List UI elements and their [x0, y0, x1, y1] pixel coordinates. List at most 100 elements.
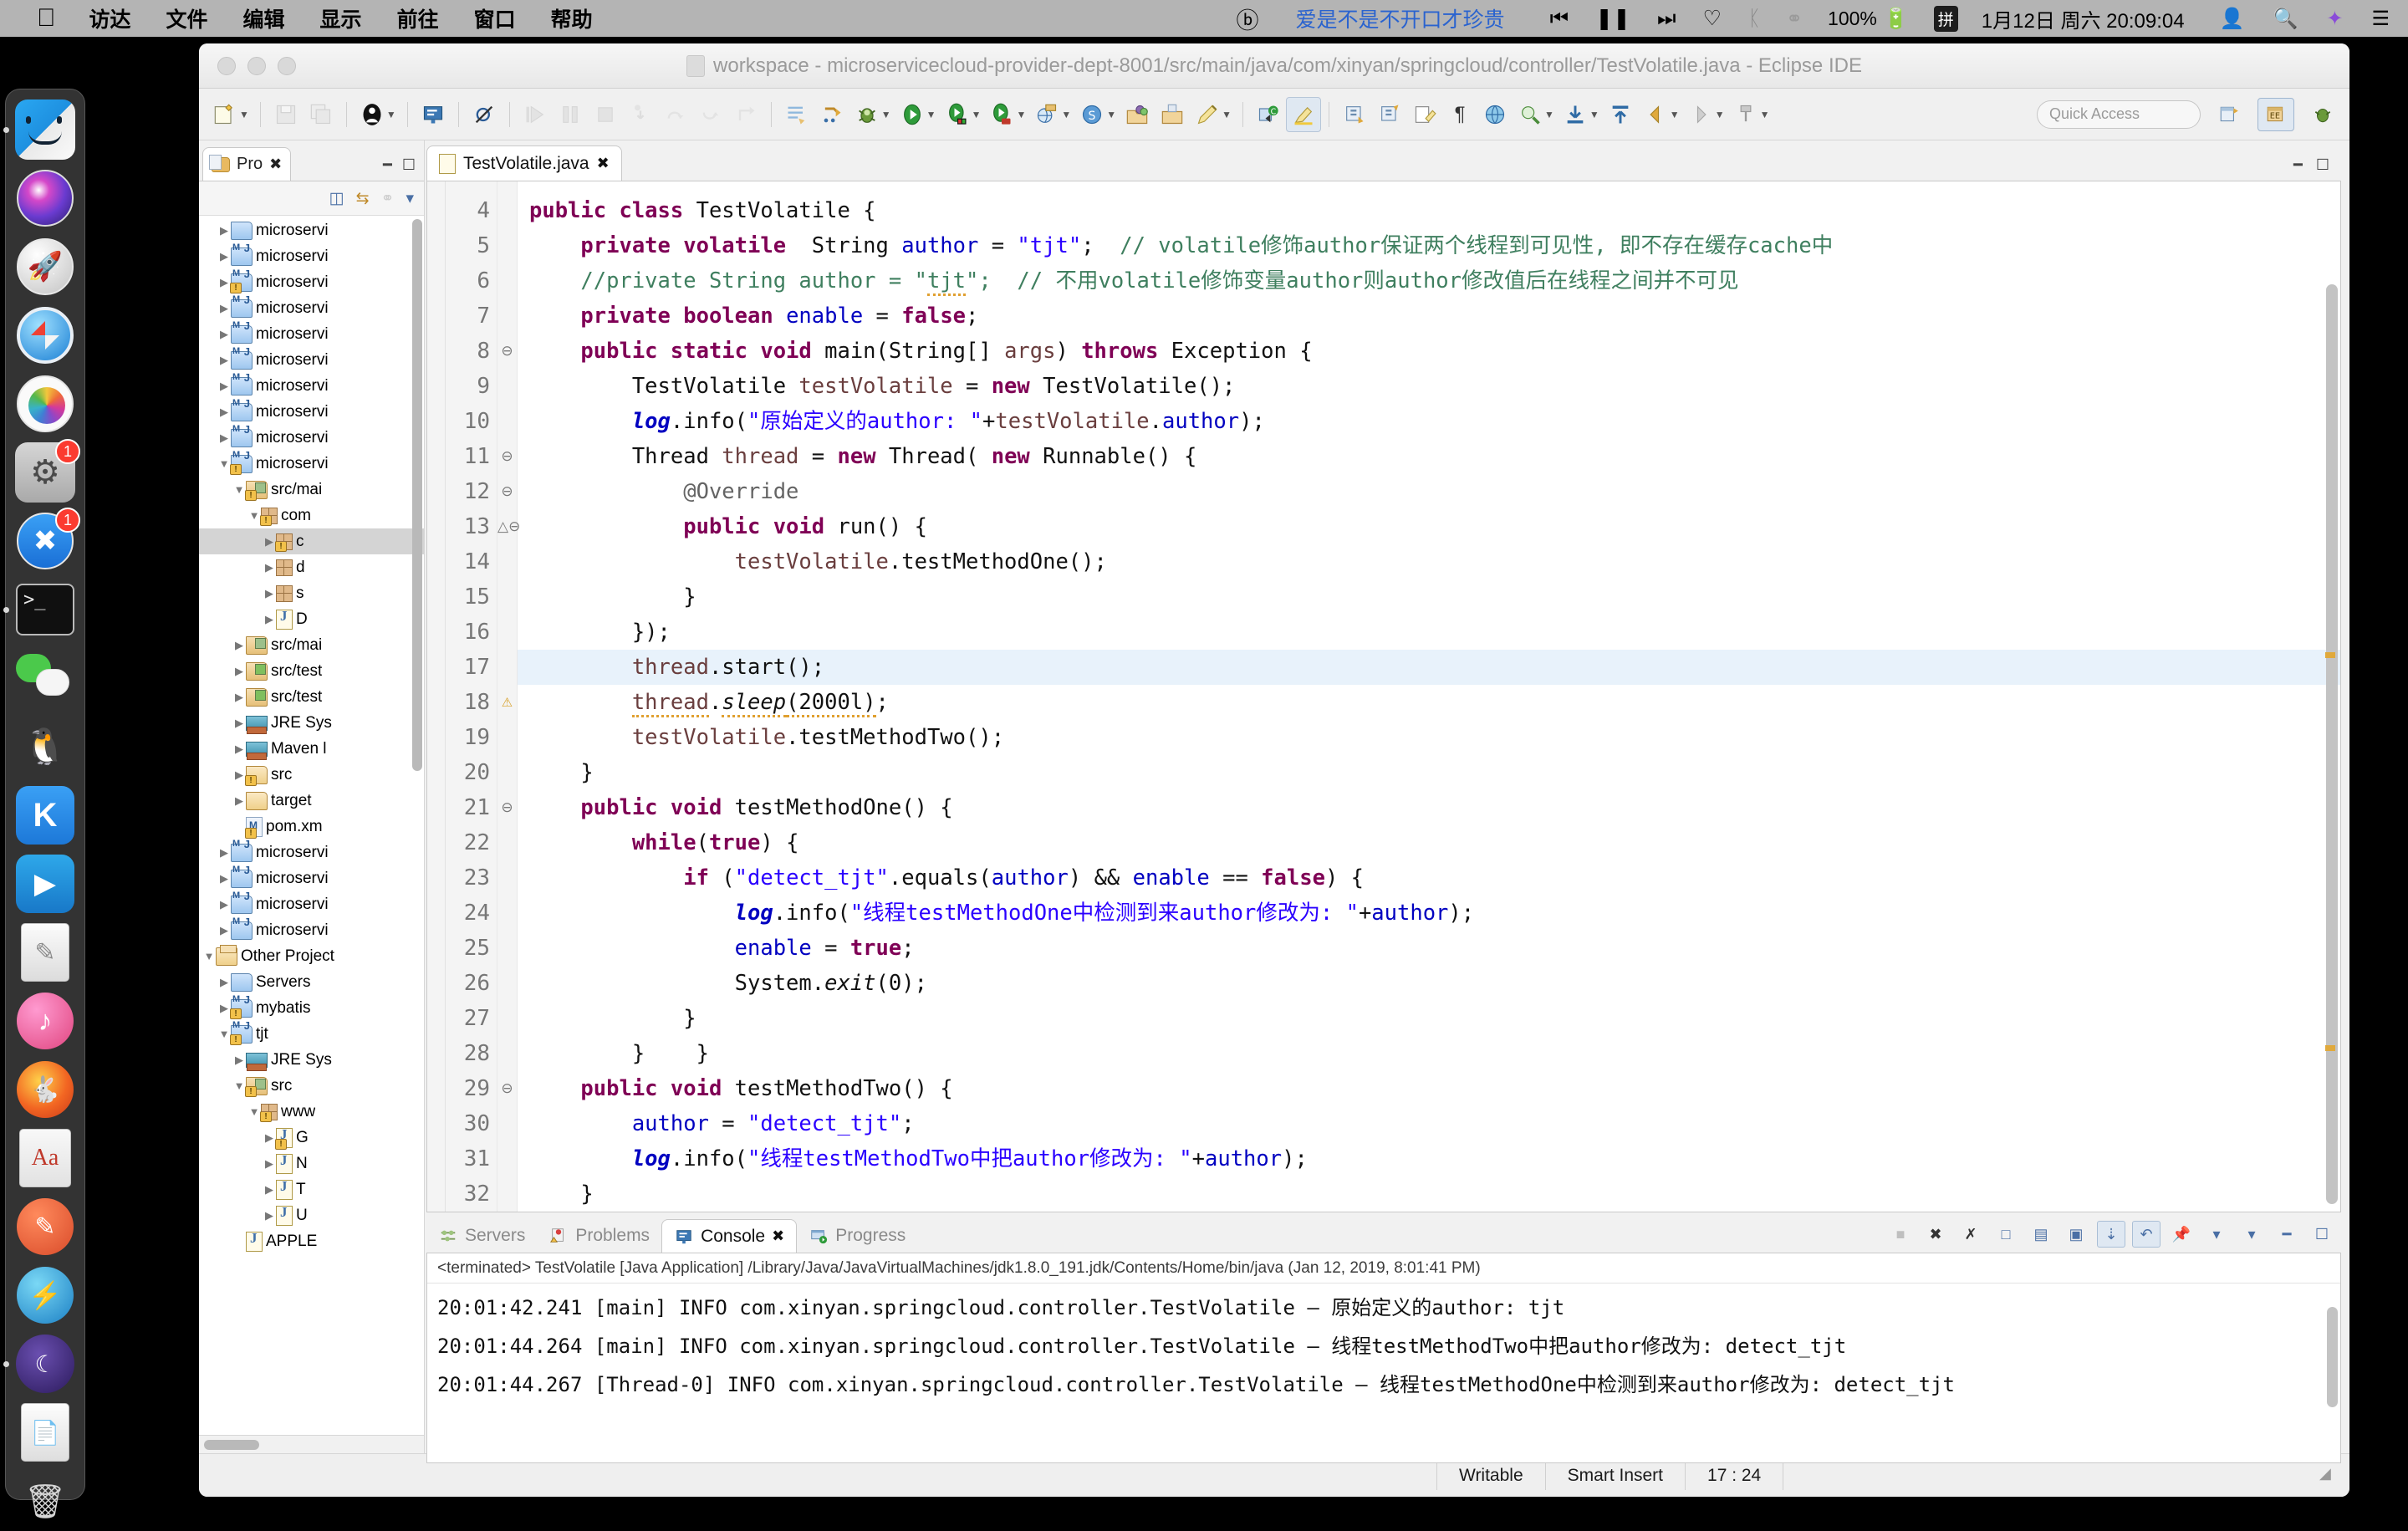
- tree-hscroll-thumb[interactable]: [204, 1440, 259, 1450]
- fold-marker-minus[interactable]: ⊖: [497, 474, 517, 509]
- tree-vertical-scrollbar[interactable]: [412, 219, 422, 771]
- chevron-right-icon[interactable]: ▶: [217, 872, 231, 885]
- debug-bug-icon[interactable]: [849, 97, 885, 132]
- pilcrow-icon[interactable]: ¶: [1442, 97, 1477, 132]
- previous-annotation-icon[interactable]: [1372, 97, 1407, 132]
- dock-item-sublime-text[interactable]: ✎: [15, 1197, 75, 1257]
- word-wrap-icon[interactable]: ↶: [2132, 1221, 2161, 1248]
- tree-item-com[interactable]: ▼!com: [199, 503, 424, 528]
- chevron-down-icon[interactable]: ▼: [247, 509, 261, 522]
- chevron-right-icon[interactable]: ▶: [217, 302, 231, 315]
- tree-item-microservi[interactable]: ▶microservi: [199, 373, 424, 399]
- open-type-icon[interactable]: [779, 97, 814, 132]
- open-console-icon[interactable]: ▾: [2237, 1221, 2266, 1248]
- last-edit-icon[interactable]: [1407, 97, 1442, 132]
- chevron-right-icon[interactable]: ▶: [232, 1054, 246, 1067]
- code-line[interactable]: }: [518, 755, 2340, 790]
- overview-warning-marker[interactable]: [2325, 1045, 2335, 1051]
- tree-item-jre-sys[interactable]: ▶JRE Sys: [199, 710, 424, 736]
- chevron-right-icon[interactable]: ▶: [263, 1183, 276, 1197]
- debug-dropdown-icon[interactable]: ▼: [881, 109, 891, 120]
- chevron-right-icon[interactable]: ▶: [217, 898, 231, 911]
- open-console-icon[interactable]: [416, 97, 451, 132]
- dock-item-wechat[interactable]: [15, 648, 75, 708]
- dock-item-safari[interactable]: [15, 305, 75, 365]
- dock-item-app-store[interactable]: ✖1: [15, 511, 75, 571]
- code-line[interactable]: //private String author = "tjt"; // 不用vo…: [518, 263, 2340, 299]
- code-line[interactable]: log.info("原始定义的author: "+testVolatile.au…: [518, 404, 2340, 439]
- menu-item-file[interactable]: 文件: [166, 3, 208, 33]
- menu-item-finder[interactable]: 访达: [89, 3, 131, 33]
- code-line[interactable]: Thread thread = new Thread( new Runnable…: [518, 439, 2340, 474]
- tree-item-microservi[interactable]: ▶microservi: [199, 243, 424, 269]
- chevron-down-icon[interactable]: ▼: [217, 457, 231, 470]
- editor-folding-ruler[interactable]: ⊖⊖⊖△⊖⚠⊖⊖: [497, 181, 518, 1212]
- web-browser-icon[interactable]: [1477, 97, 1513, 132]
- dock-item-trash[interactable]: 🗑: [15, 1471, 75, 1531]
- code-line[interactable]: }: [518, 1001, 2340, 1036]
- remove-all-launches-icon[interactable]: ✗: [1956, 1221, 1985, 1248]
- display-selected-console-icon[interactable]: ▾: [2202, 1221, 2231, 1248]
- menu-item-help[interactable]: 帮助: [551, 3, 593, 33]
- chevron-right-icon[interactable]: ▶: [217, 354, 231, 367]
- clear-console-icon[interactable]: □: [1992, 1221, 2020, 1248]
- tab-console[interactable]: Console ✖: [661, 1219, 797, 1253]
- references-dropdown-icon[interactable]: ▼: [1544, 109, 1554, 120]
- chevron-right-icon[interactable]: ▶: [263, 587, 276, 600]
- chevron-down-icon[interactable]: ▼: [247, 1105, 261, 1118]
- skip-breakpoints-icon[interactable]: [467, 97, 502, 132]
- tree-item-microservi[interactable]: ▶!microservi: [199, 269, 424, 295]
- upload-icon[interactable]: [1603, 97, 1638, 132]
- close-x-icon[interactable]: ✖: [597, 155, 610, 172]
- dock-item-kugou-music[interactable]: K: [15, 785, 75, 845]
- battery-charging-icon[interactable]: 🔋: [1884, 7, 1909, 31]
- apple-logo-icon[interactable]: : [37, 6, 56, 31]
- link-with-editor-icon[interactable]: ⇆: [356, 189, 370, 208]
- tree-item-mybatis[interactable]: ▶!mybatis: [199, 995, 424, 1021]
- menu-item-window[interactable]: 窗口: [474, 3, 516, 33]
- now-playing-label[interactable]: 爱是不是不开口才珍贵: [1296, 3, 1505, 33]
- tree-item-microservi[interactable]: ▶microservi: [199, 217, 424, 243]
- chevron-right-icon[interactable]: ▶: [232, 639, 246, 652]
- code-line[interactable]: testVolatile.testMethodTwo();: [518, 720, 2340, 755]
- pin-icon[interactable]: [1728, 97, 1763, 132]
- tree-item-microservi[interactable]: ▼!microservi: [199, 451, 424, 477]
- fold-marker-arrowminus[interactable]: △⊖: [497, 509, 517, 544]
- person-avatar-icon[interactable]: [355, 97, 390, 132]
- heart-icon[interactable]: ♡: [1703, 6, 1722, 31]
- cloud-sync-icon[interactable]: ⚭: [1786, 7, 1803, 31]
- chevron-right-icon[interactable]: ▶: [217, 924, 231, 937]
- tree-item-www[interactable]: ▼!www: [199, 1099, 424, 1125]
- tree-item-microservi[interactable]: ▶microservi: [199, 917, 424, 943]
- code-line[interactable]: thread.start();: [518, 650, 2340, 685]
- fold-marker-warn[interactable]: ⚠: [497, 685, 517, 720]
- dock-item-firefox[interactable]: 🐇: [15, 1059, 75, 1120]
- tree-item-maven-l[interactable]: ▶Maven l: [199, 736, 424, 762]
- chevron-right-icon[interactable]: ▶: [217, 1002, 231, 1015]
- console-output-panel[interactable]: <terminated> TestVolatile [Java Applicat…: [426, 1253, 2341, 1463]
- tree-item-src-test[interactable]: ▶src/test: [199, 684, 424, 710]
- code-line[interactable]: log.info("线程testMethodTwo中把author修改为: "+…: [518, 1141, 2340, 1176]
- open-task-icon[interactable]: [814, 97, 849, 132]
- code-line[interactable]: thread.sleep(2000l);: [518, 685, 2340, 720]
- avatar-dropdown-icon[interactable]: ▼: [386, 109, 396, 120]
- editor-scroll-thumb[interactable]: [2326, 284, 2338, 1204]
- scroll-lock-icon[interactable]: ⇣: [2097, 1221, 2125, 1248]
- code-line[interactable]: log.info("线程testMethodOne中检测到来author修改为:…: [518, 896, 2340, 931]
- open-package-icon[interactable]: [1120, 97, 1155, 132]
- tree-item-t[interactable]: ▶T: [199, 1176, 424, 1202]
- code-line[interactable]: System.exit(0);: [518, 966, 2340, 1001]
- tree-item-src[interactable]: ▶!src: [199, 762, 424, 788]
- minimize-icon[interactable]: ━: [2293, 156, 2303, 174]
- editor-vertical-scrollbar[interactable]: [2326, 184, 2338, 1209]
- tree-item-apple[interactable]: APPLE: [199, 1228, 424, 1254]
- chevron-right-icon[interactable]: ▶: [217, 431, 231, 445]
- input-method-indicator[interactable]: 拼: [1934, 6, 1958, 32]
- tree-item-src[interactable]: ▼!src: [199, 1073, 424, 1099]
- collapse-all-icon[interactable]: ◫: [329, 189, 344, 208]
- run-dropdown-icon[interactable]: ▼: [926, 109, 936, 120]
- search-class-icon[interactable]: C: [1251, 97, 1286, 132]
- coverage-dropdown-icon[interactable]: ▼: [972, 109, 982, 120]
- tree-item-microservi[interactable]: ▶microservi: [199, 399, 424, 425]
- dock-item-documents-stack[interactable]: 📄: [15, 1402, 75, 1462]
